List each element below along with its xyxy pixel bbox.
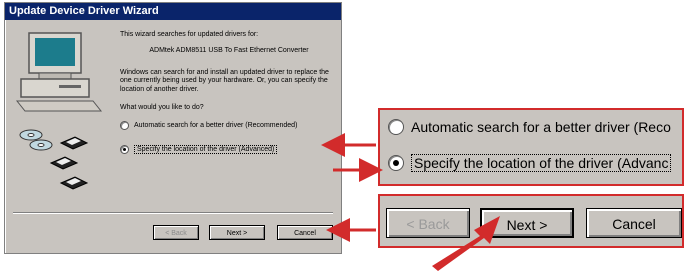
annotation-arrows — [321, 133, 500, 271]
big-pointer-arrow-icon — [432, 216, 500, 271]
arrow-icon — [321, 133, 383, 242]
